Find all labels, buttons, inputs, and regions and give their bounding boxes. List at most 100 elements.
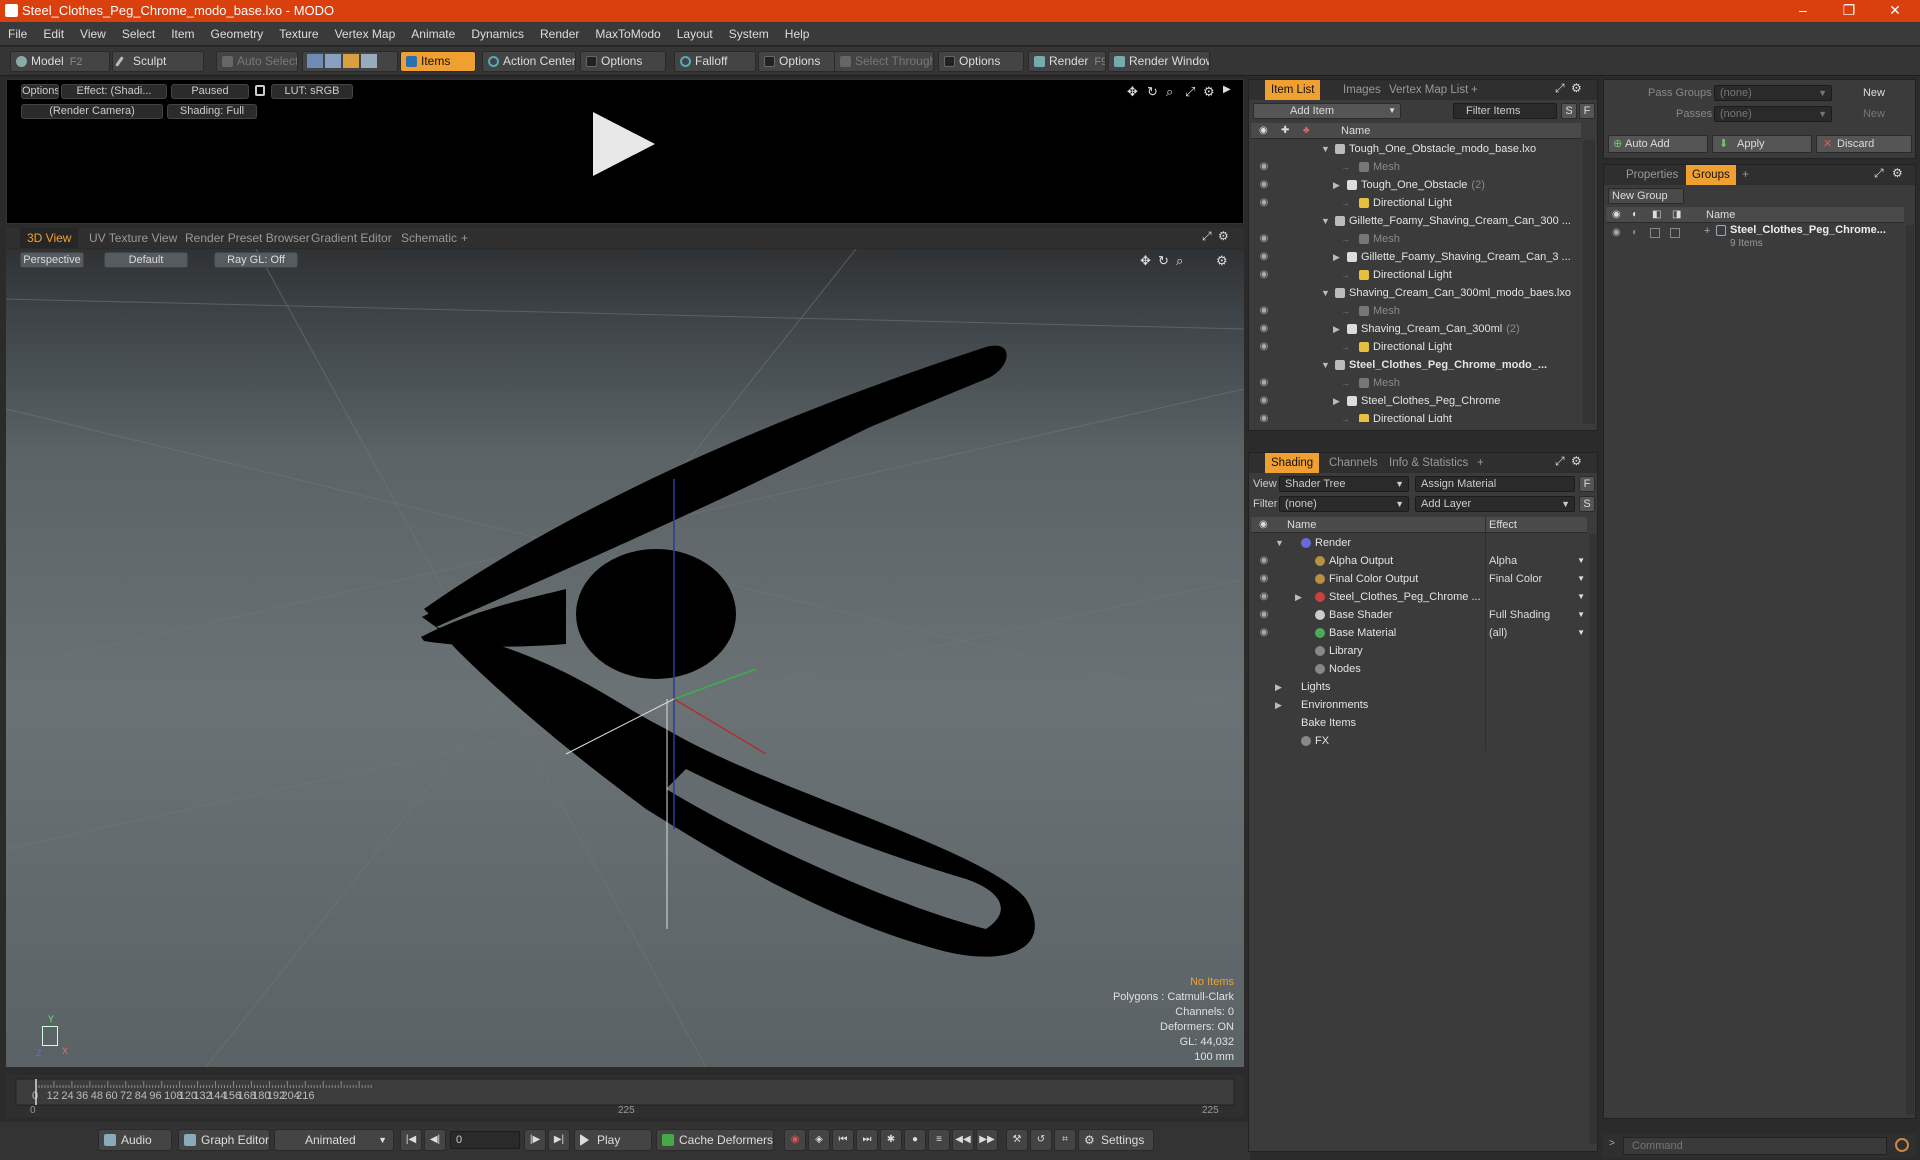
eye-icon[interactable]: ◉ <box>1257 552 1271 570</box>
add-tab-button[interactable]: + <box>1471 453 1490 473</box>
loop-icon[interactable]: ↺ <box>1030 1129 1052 1151</box>
item-list-row[interactable]: ◉ → Directional Light <box>1251 338 1581 356</box>
render-button[interactable]: Render F9 <box>1028 51 1106 72</box>
filter-items-input[interactable]: Filter Items <box>1453 103 1557 119</box>
render-paused-toggle[interactable]: Paused <box>171 84 249 99</box>
key-icon[interactable]: ◉ <box>784 1129 806 1151</box>
gear-icon[interactable]: ⚙ <box>1892 166 1903 180</box>
rotate-view-icon[interactable]: ↻ <box>1147 84 1158 100</box>
fit-view-icon[interactable]: ⤢ <box>1185 84 1195 100</box>
edges-mode-icon[interactable] <box>325 54 341 68</box>
play-button[interactable]: Play <box>574 1129 652 1151</box>
item-list-row[interactable]: ◉ → Mesh <box>1251 230 1581 248</box>
menu-help[interactable]: Help <box>777 22 818 46</box>
item-list-row[interactable]: ◉▼Steel_Clothes_Peg_Chrome_modo_... <box>1251 356 1581 374</box>
lut-dropdown[interactable]: LUT: sRGB <box>271 84 353 99</box>
auto-key-icon[interactable]: ◈ <box>808 1129 830 1151</box>
gear-icon[interactable]: ⚙ <box>1571 81 1582 95</box>
go-to-end-icon[interactable]: ▶| <box>548 1129 570 1151</box>
menu-file[interactable]: File <box>0 22 35 46</box>
menu-texture[interactable]: Texture <box>271 22 326 46</box>
rotate-view-icon[interactable]: ↻ <box>1158 253 1169 269</box>
shader-tree-row[interactable]: FX <box>1251 732 1587 750</box>
command-input[interactable] <box>1623 1137 1887 1155</box>
menu-layout[interactable]: Layout <box>669 22 721 46</box>
select-through-options-button[interactable]: Options <box>938 51 1024 72</box>
expand-arrow-icon[interactable]: ▶ <box>1295 588 1302 606</box>
select-toggle-icon[interactable] <box>1670 228 1680 238</box>
render-window-button[interactable]: Render Window <box>1108 51 1210 72</box>
maximize-button[interactable]: ❐ <box>1826 0 1872 22</box>
record-icon[interactable]: ● <box>904 1129 926 1151</box>
materials-mode-icon[interactable] <box>361 54 377 68</box>
item-list-scrollbar[interactable] <box>1583 140 1595 424</box>
3d-viewport[interactable]: Perspective Default Ray GL: Off ✥ ↻ ⌕ ⚙ … <box>6 249 1244 1067</box>
effect-dropdown[interactable]: ▼ <box>1485 588 1589 606</box>
select-through-button[interactable]: Select Through <box>834 51 934 72</box>
expand-arrow-icon[interactable]: ▶ <box>1275 678 1282 696</box>
menu-dynamics[interactable]: Dynamics <box>463 22 532 46</box>
minimize-button[interactable]: – <box>1780 0 1826 22</box>
groups-scrollbar[interactable] <box>1906 225 1914 1115</box>
shader-tree-row[interactable]: ◉ Base Material (all) ▼ <box>1251 624 1587 642</box>
expand-arrow-icon[interactable]: ▶ <box>1333 248 1340 266</box>
lock-icon[interactable] <box>255 85 265 96</box>
render-preview[interactable]: Options Effect: (Shadi... Paused LUT: sR… <box>6 79 1244 224</box>
add-tab-button[interactable]: + <box>454 228 475 248</box>
item-list-row[interactable]: ◉ → Mesh <box>1251 302 1581 320</box>
collapse-arrow-icon[interactable]: ▼ <box>1275 534 1284 552</box>
item-list-row[interactable]: ◉ ▶ Steel_Clothes_Peg_Chrome <box>1251 392 1581 410</box>
eye-icon[interactable]: ◉ <box>1257 570 1271 588</box>
command-history-icon[interactable] <box>1895 1138 1909 1152</box>
render-options-button[interactable]: Options <box>21 84 59 99</box>
gear-icon[interactable]: ⚙ <box>1203 84 1215 100</box>
falloff-button[interactable]: Falloff <box>674 51 756 72</box>
cache-deformers-button[interactable]: Cache Deformers <box>656 1129 774 1151</box>
prev-marker-icon[interactable]: ◀◀ <box>952 1129 974 1151</box>
eye-icon[interactable]: ◉ <box>1257 158 1271 176</box>
tab-shading[interactable]: Shading <box>1265 453 1320 473</box>
perspective-dropdown[interactable]: Perspective <box>20 252 84 268</box>
zoom-view-icon[interactable]: ⌕ <box>1176 253 1183 269</box>
tab-uv-texture-view[interactable]: UV Texture View <box>82 228 184 248</box>
shader-tree-row[interactable]: ▶ Lights <box>1251 678 1587 696</box>
tab-info-statistics[interactable]: Info & Statistics <box>1383 453 1474 473</box>
add-item-button[interactable]: Add Item ▼ <box>1253 103 1401 119</box>
maximize-viewport-icon[interactable]: ⤢ <box>1202 229 1212 244</box>
falloff-options-button[interactable]: Options <box>758 51 836 72</box>
close-button[interactable]: ✕ <box>1872 0 1918 22</box>
add-tab-button[interactable]: + <box>1465 80 1484 100</box>
add-layer-s-button[interactable]: S <box>1579 496 1595 512</box>
render-shading-dropdown[interactable]: Shading: Full <box>167 104 257 119</box>
group-row[interactable]: ◉ ◐ + Steel_Clothes_Peg_Chrome... 9 Item… <box>1606 224 1904 257</box>
expand-arrow-icon[interactable]: ▶ <box>1333 176 1340 194</box>
passes-dropdown[interactable]: (none) ▼ <box>1714 106 1832 122</box>
render-toggle-icon[interactable]: ◐ <box>1632 227 1638 238</box>
tab-properties[interactable]: Properties <box>1620 165 1684 185</box>
eye-icon[interactable]: ◉ <box>1257 624 1271 642</box>
eye-icon[interactable]: ◉ <box>1257 588 1271 606</box>
gear-icon[interactable]: ⚙ <box>1216 253 1228 269</box>
effect-dropdown[interactable]: Alpha ▼ <box>1485 552 1589 570</box>
model-mode-button[interactable]: Model F2 <box>10 51 110 72</box>
shader-tree-row[interactable]: ◉ Alpha Output Alpha ▼ <box>1251 552 1587 570</box>
shader-tree-row[interactable]: Library <box>1251 642 1587 660</box>
item-list-row[interactable]: ◉▼Shaving_Cream_Can_300ml_modo_baes.lxo <box>1251 284 1581 302</box>
menu-maxtomodo[interactable]: MaxToModo <box>587 22 668 46</box>
expand-arrow-icon[interactable]: ▶ <box>1333 392 1340 410</box>
add-layer-dropdown[interactable]: Add Layer ▼ <box>1415 496 1575 512</box>
shader-tree-scrollbar[interactable] <box>1589 534 1597 1144</box>
item-list-row[interactable]: ◉▼Gillette_Foamy_Shaving_Cream_Can_300 .… <box>1251 212 1581 230</box>
menu-geometry[interactable]: Geometry <box>203 22 272 46</box>
prev-key-icon[interactable]: ⏮ <box>832 1129 854 1151</box>
new-pass-button[interactable]: New <box>1838 106 1910 122</box>
tab-gradient-editor[interactable]: Gradient Editor <box>304 228 399 248</box>
eye-icon[interactable]: ◉ <box>1257 338 1271 356</box>
shader-tree-row[interactable]: Nodes <box>1251 660 1587 678</box>
lock-toggle-icon[interactable] <box>1650 228 1660 238</box>
menu-select[interactable]: Select <box>114 22 163 46</box>
timeline-tools-icon[interactable]: ⚒ <box>1006 1129 1028 1151</box>
default-dropdown[interactable]: Default <box>104 252 188 268</box>
effect-dropdown[interactable]: Full Shading ▼ <box>1485 606 1589 624</box>
play-render-icon[interactable] <box>593 112 655 176</box>
